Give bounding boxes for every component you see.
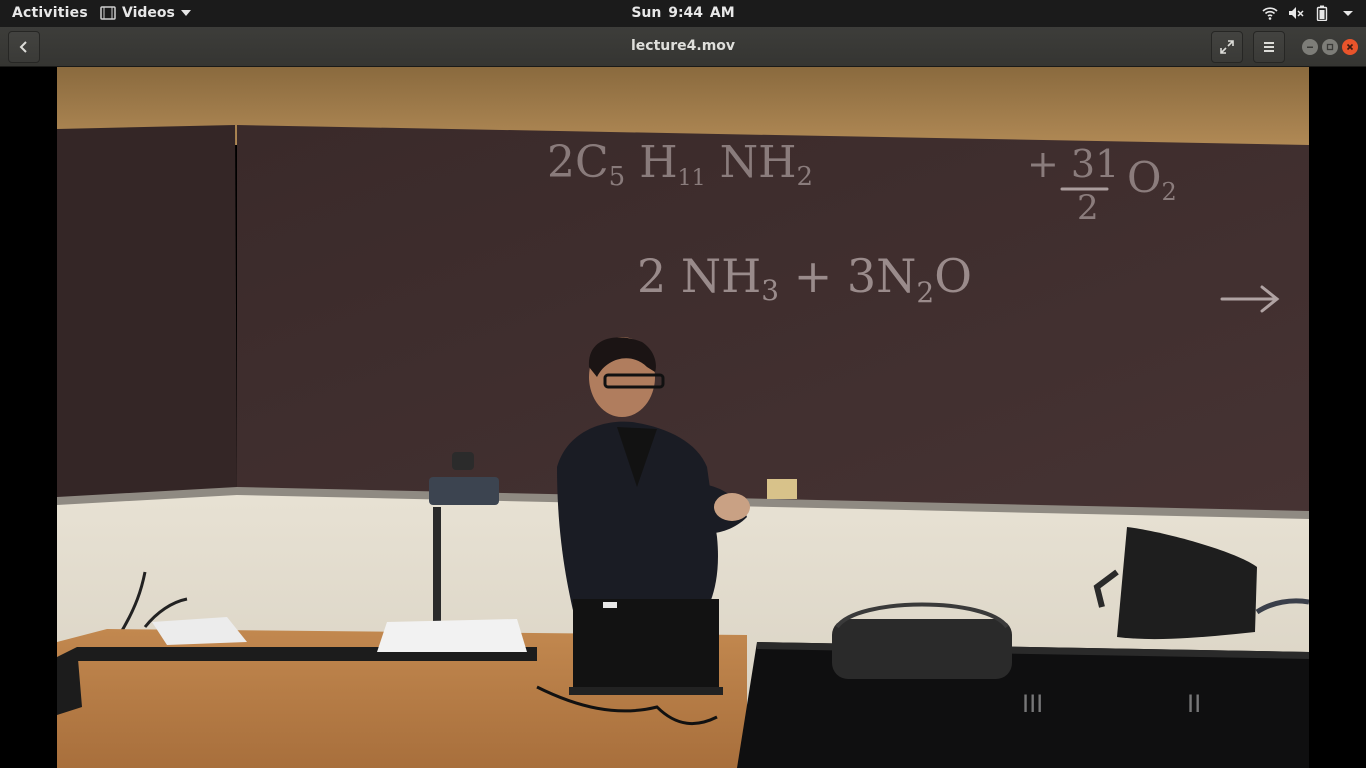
laptop [569,599,723,695]
chevron-down-icon [180,10,191,16]
system-tray[interactable] [1262,5,1356,21]
window-header-bar: lecture4.mov [0,27,1366,67]
table-marking-ii: II [1187,690,1201,718]
maximize-icon [1326,43,1334,51]
app-menu-label: Videos [122,5,175,21]
board-fraction: + 31 [1027,142,1119,186]
battery-icon [1316,5,1328,21]
close-button[interactable] [1342,39,1358,55]
volume-muted-icon [1289,7,1304,19]
app-menu[interactable]: Videos [100,5,191,21]
activities-button[interactable]: Activities [12,5,88,21]
maximize-button[interactable] [1322,39,1338,55]
table-marking-iii: III [1022,690,1043,718]
back-arrow-icon [19,41,27,53]
eraser [767,479,797,499]
film-icon [100,6,116,20]
hamburger-menu-icon [1264,42,1274,52]
fullscreen-button[interactable] [1211,31,1243,63]
minimize-icon [1307,46,1313,48]
wifi-icon [1262,7,1278,20]
back-button[interactable] [8,31,40,63]
lab-bench: III II [737,642,1309,768]
lecture-video-still: 2C5 H11 NH2 + 31 2 O2 2 NH3 + 3N2O III I… [57,67,1309,768]
clock[interactable]: Sun 9:44 AM [631,5,734,21]
chalkboard-left [57,125,237,499]
menu-button[interactable] [1253,31,1285,63]
top-bar: Activities Videos Sun 9:44 AM [0,0,1366,27]
close-icon [1346,43,1354,51]
video-frame[interactable]: 2C5 H11 NH2 + 31 2 O2 2 NH3 + 3N2O III I… [57,67,1309,768]
fullscreen-icon [1220,40,1234,54]
minimize-button[interactable] [1302,39,1318,55]
svg-text:2: 2 [1077,188,1099,228]
system-menu-arrow-icon [1343,11,1353,16]
window-controls [1302,39,1358,55]
window-title: lecture4.mov [630,38,736,54]
video-area[interactable]: 2C5 H11 NH2 + 31 2 O2 2 NH3 + 3N2O III I… [0,67,1366,768]
